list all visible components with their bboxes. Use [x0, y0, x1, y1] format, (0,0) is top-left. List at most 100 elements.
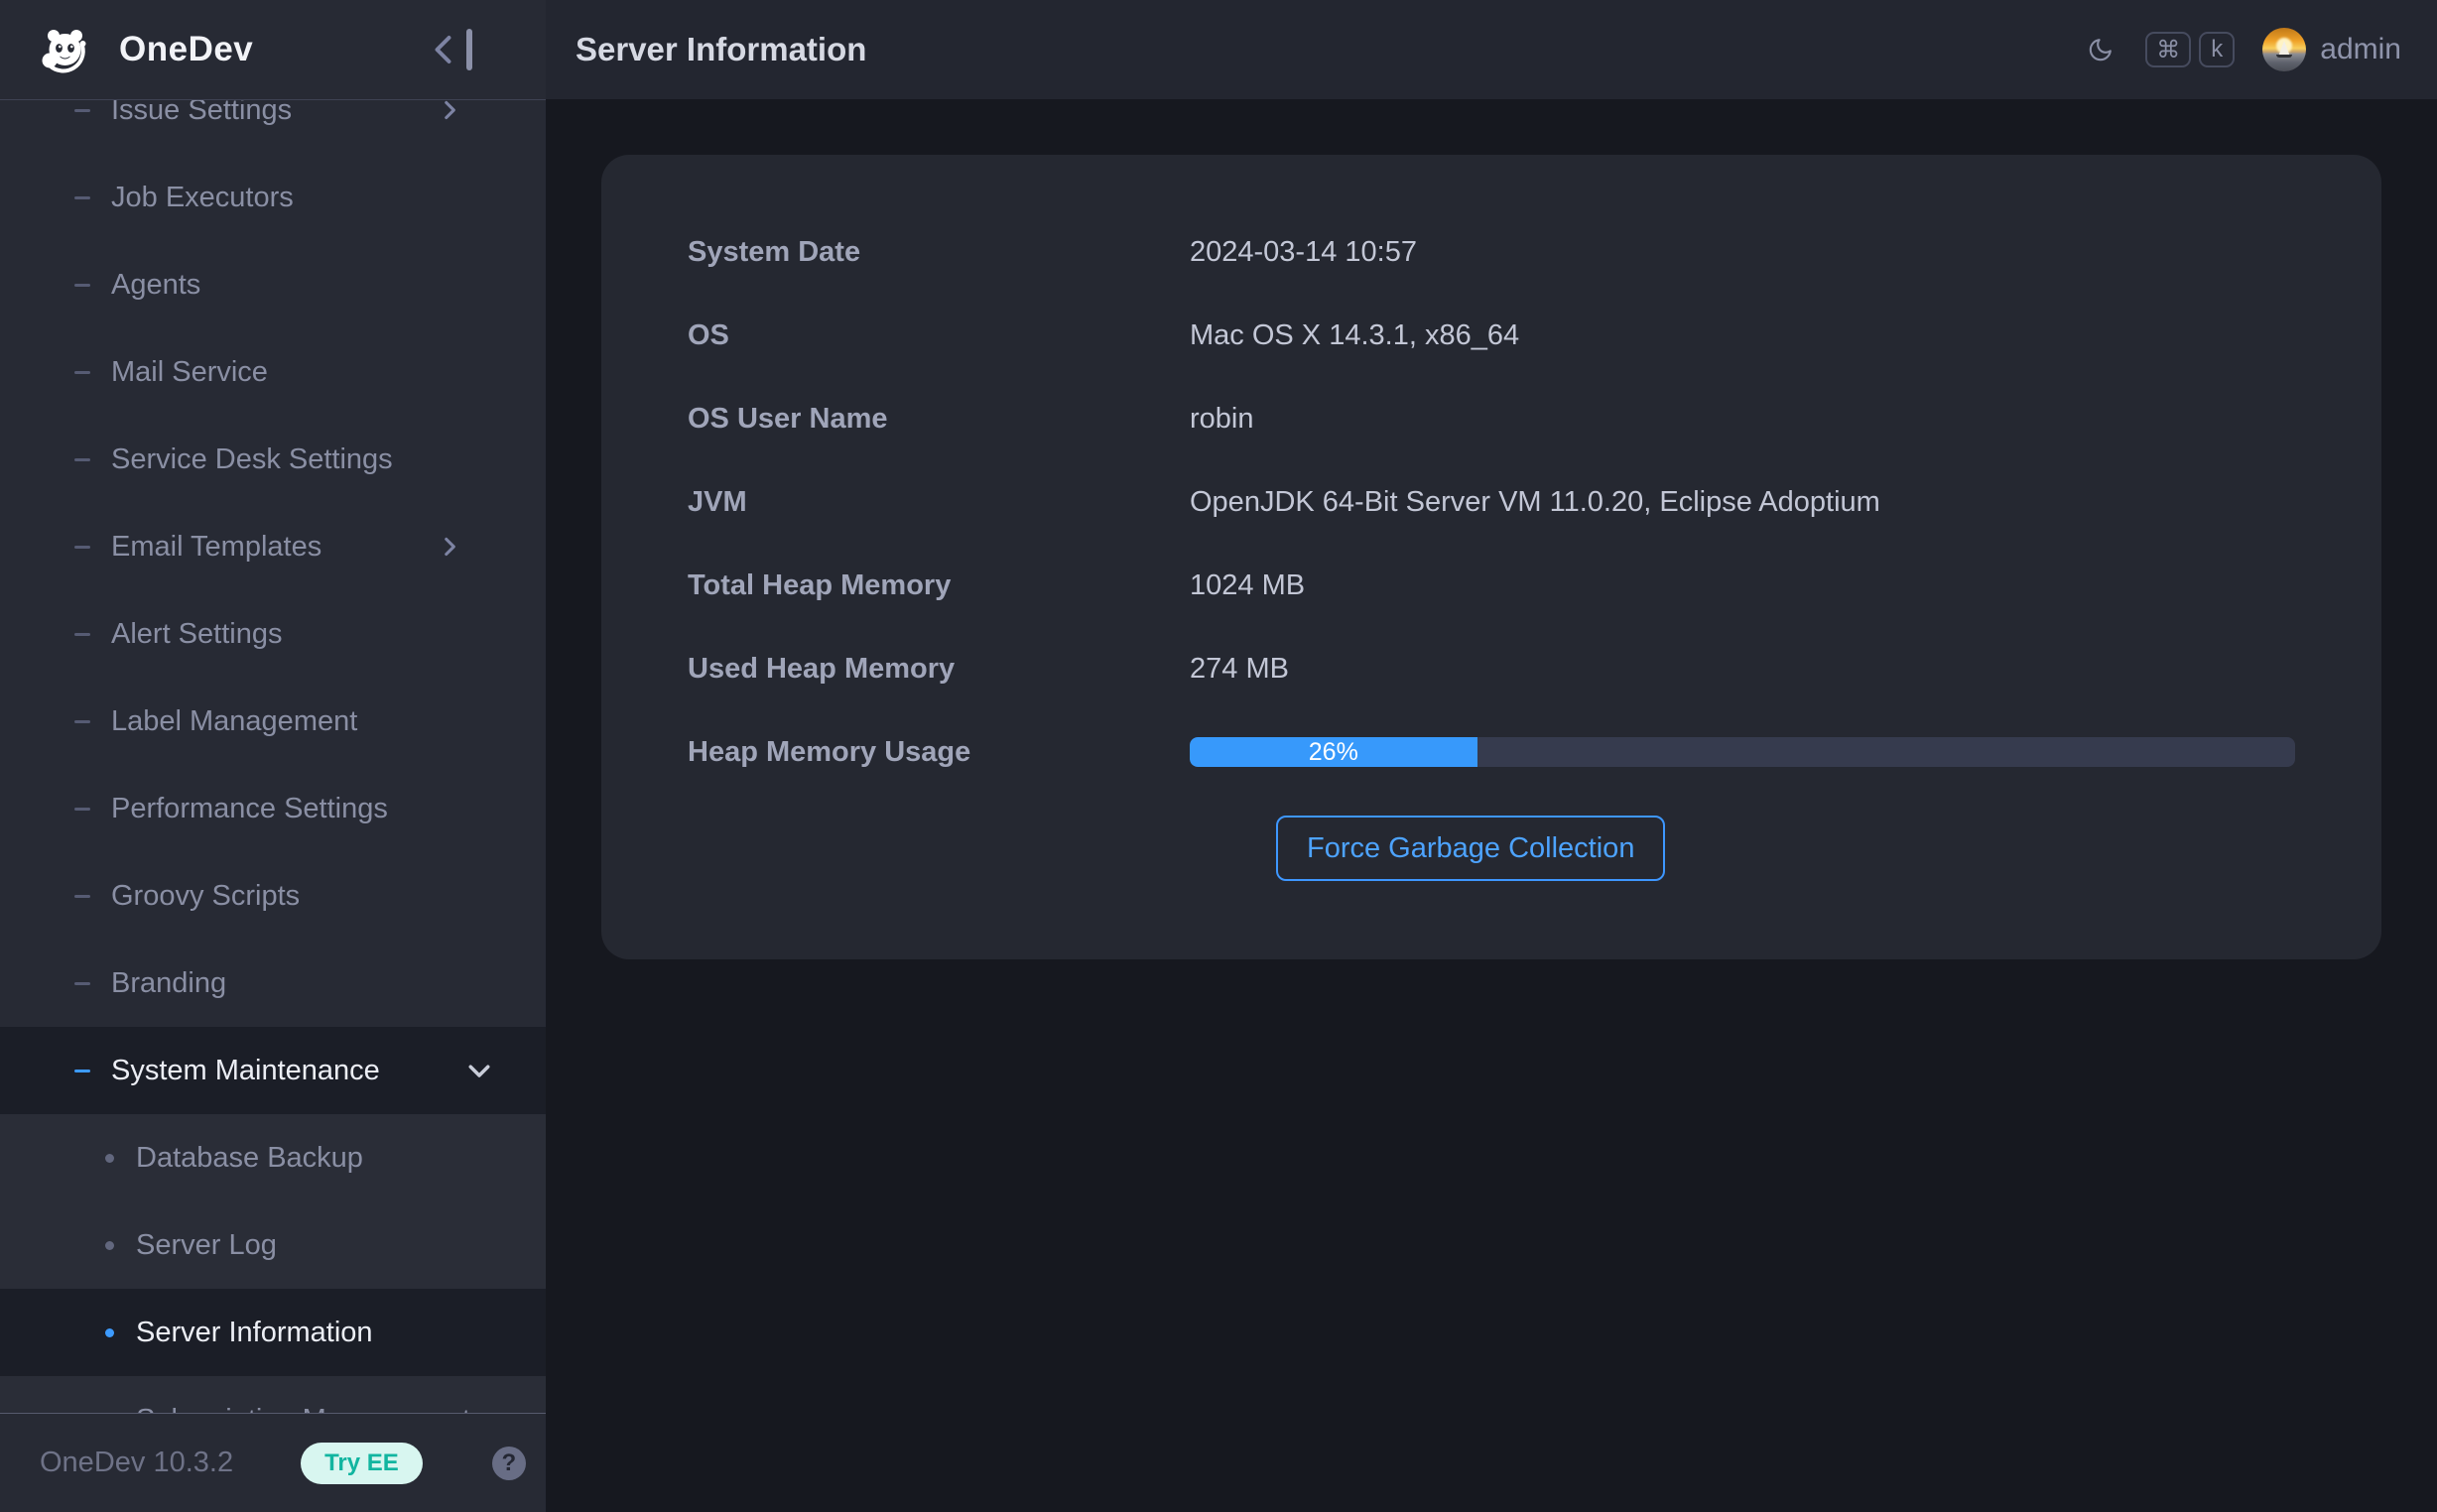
row-label: Heap Memory Usage — [688, 736, 1190, 769]
sidebar-footer: OneDev 10.3.2 Try EE ? — [0, 1413, 546, 1512]
system-maintenance-submenu: Database Backup Server Log Server Inform… — [0, 1114, 546, 1413]
cmd-key-icon[interactable]: ⌘ — [2145, 32, 2191, 67]
row-label: System Date — [688, 236, 1190, 269]
server-info-card: System Date 2024-03-14 10:57 OS Mac OS X… — [601, 155, 2381, 959]
info-row-total-heap-memory: Total Heap Memory 1024 MB — [688, 544, 2295, 627]
row-value: 1024 MB — [1190, 569, 1305, 602]
info-row-os: OS Mac OS X 14.3.1, x86_64 — [688, 294, 2295, 377]
username-label[interactable]: admin — [2320, 33, 2401, 66]
sidebar-item-label: Database Backup — [136, 1142, 363, 1175]
avatar[interactable] — [2262, 28, 2306, 71]
dash-icon — [74, 895, 90, 898]
sidebar-item-database-backup[interactable]: Database Backup — [0, 1114, 546, 1201]
sidebar-item-server-information[interactable]: Server Information — [0, 1289, 546, 1376]
sidebar-item-label: Server Log — [136, 1229, 277, 1262]
sidebar-item-label: Performance Settings — [111, 793, 388, 825]
topbar: Server Information ⌘ k admin — [546, 0, 2437, 99]
bullet-icon — [105, 1241, 114, 1250]
dash-icon — [74, 109, 90, 112]
help-icon[interactable]: ? — [492, 1447, 526, 1480]
chevron-right-icon — [437, 534, 462, 560]
sidebar-item-issue-settings[interactable]: Issue Settings — [0, 100, 546, 154]
gc-button-row: Force Garbage Collection — [1276, 816, 2295, 881]
sidebar-item-label: Mail Service — [111, 356, 268, 389]
main-content: System Date 2024-03-14 10:57 OS Mac OS X… — [546, 99, 2437, 1512]
sidebar-collapse-button[interactable] — [427, 28, 472, 71]
onedev-logo-icon[interactable] — [38, 23, 91, 76]
avatar-hull — [2276, 55, 2292, 58]
heap-usage-fill: 26% — [1190, 737, 1477, 767]
chevron-left-icon — [427, 28, 462, 71]
row-label: OS — [688, 319, 1190, 352]
app-root: OneDev Issue Settings Job — [0, 0, 2437, 1512]
sidebar-item-label: Branding — [111, 967, 226, 1000]
sidebar-item-label: Issue Settings — [111, 100, 292, 127]
sidebar-item-service-desk-settings[interactable]: Service Desk Settings — [0, 416, 546, 503]
moon-icon[interactable] — [2087, 36, 2115, 63]
row-value: 274 MB — [1190, 653, 1289, 686]
row-label: JVM — [688, 486, 1190, 519]
sidebar-item-agents[interactable]: Agents — [0, 241, 546, 328]
sidebar-item-job-executors[interactable]: Job Executors — [0, 154, 546, 241]
chevron-down-icon — [464, 1056, 494, 1085]
dash-icon — [74, 720, 90, 723]
sidebar-item-email-templates[interactable]: Email Templates — [0, 503, 546, 590]
sidebar-item-label: Label Management — [111, 705, 357, 738]
info-row-heap-memory-usage: Heap Memory Usage 26% — [688, 710, 2295, 794]
sidebar-item-label: Alert Settings — [111, 618, 282, 651]
info-row-jvm: JVM OpenJDK 64-Bit Server VM 11.0.20, Ec… — [688, 460, 2295, 544]
app-title[interactable]: OneDev — [119, 30, 253, 69]
dash-icon — [74, 808, 90, 811]
sidebar-item-system-maintenance[interactable]: System Maintenance — [0, 1027, 546, 1114]
chevron-right-icon — [437, 100, 462, 123]
page-title: Server Information — [576, 31, 866, 68]
row-value: Mac OS X 14.3.1, x86_64 — [1190, 319, 1519, 352]
dash-icon — [74, 633, 90, 636]
row-label: Total Heap Memory — [688, 569, 1190, 602]
force-garbage-collection-button[interactable]: Force Garbage Collection — [1276, 816, 1665, 881]
bullet-icon — [105, 1328, 114, 1337]
sidebar-header: OneDev — [0, 0, 546, 100]
dash-icon — [74, 546, 90, 549]
sidebar-item-mail-service[interactable]: Mail Service — [0, 328, 546, 416]
sidebar-item-performance-settings[interactable]: Performance Settings — [0, 765, 546, 852]
info-row-used-heap-memory: Used Heap Memory 274 MB — [688, 627, 2295, 710]
info-row-system-date: System Date 2024-03-14 10:57 — [688, 210, 2295, 294]
sidebar-item-label-management[interactable]: Label Management — [0, 678, 546, 765]
sidebar-item-label: Email Templates — [111, 531, 321, 564]
sidebar-item-label: System Maintenance — [111, 1055, 380, 1087]
sidebar-item-label: Agents — [111, 269, 200, 302]
row-value: 2024-03-14 10:57 — [1190, 236, 1417, 269]
dash-icon — [74, 458, 90, 461]
sidebar-item-groovy-scripts[interactable]: Groovy Scripts — [0, 852, 546, 940]
sidebar-item-label: Groovy Scripts — [111, 880, 300, 913]
try-ee-badge[interactable]: Try EE — [301, 1443, 423, 1484]
k-key-icon[interactable]: k — [2199, 32, 2235, 67]
heap-usage-percent-label: 26% — [1309, 738, 1358, 767]
dash-icon — [74, 284, 90, 287]
row-value: OpenJDK 64-Bit Server VM 11.0.20, Eclips… — [1190, 486, 1880, 519]
sidebar-item-branding[interactable]: Branding — [0, 940, 546, 1027]
sidebar-item-server-log[interactable]: Server Log — [0, 1201, 546, 1289]
sidebar: OneDev Issue Settings Job — [0, 0, 546, 1512]
bullet-icon — [105, 1154, 114, 1163]
row-value: robin — [1190, 403, 1254, 436]
topbar-actions: ⌘ k admin — [2087, 28, 2401, 71]
version-label: OneDev 10.3.2 — [40, 1447, 233, 1479]
sidebar-item-label: Subscription Management — [136, 1404, 470, 1414]
sidebar-item-alert-settings[interactable]: Alert Settings — [0, 590, 546, 678]
dash-icon — [74, 371, 90, 374]
sidebar-item-subscription-management[interactable]: Subscription Management — [0, 1376, 546, 1413]
row-label: Used Heap Memory — [688, 653, 1190, 686]
dash-icon — [74, 982, 90, 985]
collapse-bar-icon — [466, 29, 472, 70]
info-row-os-user-name: OS User Name robin — [688, 377, 2295, 460]
sidebar-item-label: Server Information — [136, 1317, 373, 1349]
sidebar-item-label: Job Executors — [111, 182, 294, 214]
row-label: OS User Name — [688, 403, 1190, 436]
sidebar-item-label: Service Desk Settings — [111, 443, 393, 476]
dash-icon — [74, 196, 90, 199]
dash-icon — [74, 1070, 90, 1072]
heap-usage-progressbar: 26% — [1190, 737, 2295, 767]
sidebar-menu: Issue Settings Job Executors Agents Mail… — [0, 100, 546, 1413]
